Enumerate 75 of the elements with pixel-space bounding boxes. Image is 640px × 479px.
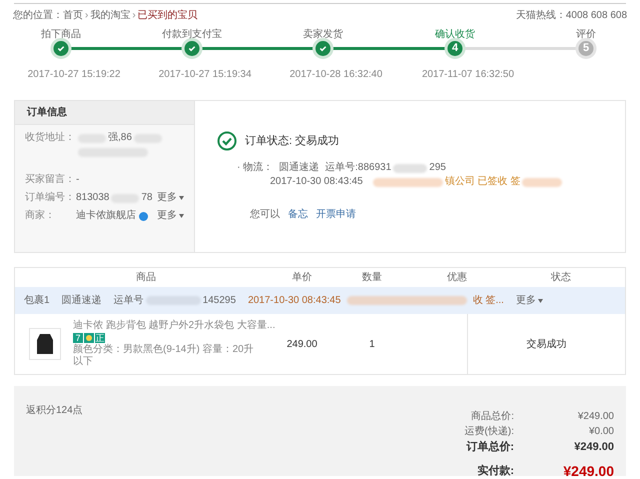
action-link[interactable]: 备忘	[288, 207, 308, 222]
field-value: 强,86	[108, 131, 132, 145]
step-label: 拍下商品	[41, 28, 81, 42]
breadcrumb-separator: ›	[85, 9, 88, 23]
carrier-name: 圆通速递	[62, 294, 102, 308]
service-badge: 正	[95, 333, 105, 343]
breadcrumb-current[interactable]: 已买到的宝贝	[138, 9, 198, 23]
breadcrumb-link[interactable]: 我的淘宝	[90, 9, 130, 23]
step-time: 2017-10-27 15:19:22	[28, 68, 120, 82]
summary-label: 实付款:	[476, 464, 514, 479]
status-title: 订单状态: 交易成功	[245, 134, 340, 149]
field-value: 78	[141, 191, 152, 205]
quantity-cell-text: 1	[368, 338, 376, 352]
field-label: 买家留言：	[25, 173, 76, 187]
summary-label: 运费(快递):	[464, 424, 514, 439]
logistics-time: 2017-10-30 08:43:45	[270, 175, 363, 189]
redacted-block	[522, 178, 562, 186]
carrier-name: 圆通速递	[279, 161, 320, 175]
points-text: 返积分124点	[26, 404, 83, 418]
field-value: -	[76, 173, 80, 187]
column-header: 优惠	[446, 270, 468, 285]
field-value: 813038	[76, 191, 110, 205]
status-cell: 交易成功	[467, 314, 625, 374]
field-label: 订单编号：	[25, 191, 76, 205]
waybill-number: 145295	[202, 294, 236, 308]
summary-label: 商品总价:	[470, 410, 514, 424]
step-time: 2017-10-28 16:32:40	[290, 68, 382, 82]
step-number: 4	[444, 38, 466, 59]
logistics-time: 2017-10-30 08:43:45	[248, 294, 341, 308]
field-label: 商家：	[25, 209, 56, 223]
service-badge: 7	[73, 333, 83, 343]
summary-value: ¥0.00	[588, 425, 614, 439]
breadcrumb-label: 您的位置：	[13, 9, 63, 23]
breadcrumb-separator: ›	[132, 9, 136, 23]
hotline-text: 天猫热线：4008 608 608	[516, 9, 627, 23]
step-label: 付款到支付宝	[162, 28, 222, 42]
column-header: 数量	[361, 271, 383, 285]
waybill-number: 运单号:886931	[325, 161, 392, 175]
field-label: 收货地址：	[25, 131, 76, 145]
more-link[interactable]: 更多	[516, 293, 543, 308]
check-circle-icon	[217, 131, 237, 151]
logistics-label: · 物流：	[237, 161, 274, 175]
waybill-number: 运单号	[114, 294, 144, 308]
logistics-detail: 镇公司 已签收 签	[444, 175, 520, 189]
redacted-block	[393, 164, 428, 172]
price-cell-text: 249.00	[286, 338, 318, 352]
actions-label: 您可以	[250, 208, 280, 222]
waybill-number: 295	[429, 161, 446, 175]
panel-title: 订单信息	[15, 101, 194, 125]
more-link[interactable]: 更多	[157, 209, 184, 223]
caret-icon	[179, 214, 184, 218]
column-header: 单价	[291, 270, 313, 285]
summary-value: ¥249.00	[573, 440, 614, 455]
package-name: 包裹1	[24, 294, 50, 308]
step-time: 2017-10-27 15:19:34	[158, 68, 252, 82]
logistics-detail: 收 签...	[472, 294, 504, 308]
column-header: 状态	[550, 270, 572, 285]
more-link[interactable]: 更多	[157, 191, 184, 205]
step-time: 2017-11-07 16:32:50	[422, 68, 514, 82]
caret-icon	[538, 298, 543, 302]
caret-icon	[179, 196, 184, 200]
step-number: 5	[576, 38, 596, 59]
redacted-block	[372, 178, 443, 186]
product-title[interactable]: 迪卡侬 跑步背包 越野户外2升水袋包 大容量...	[73, 320, 276, 332]
product-photo	[29, 328, 61, 360]
step-label: 卖家发货	[303, 28, 343, 42]
summary-value: ¥249.00	[576, 410, 614, 424]
summary-label: 订单总价:	[465, 440, 514, 455]
column-header: 商品	[135, 270, 157, 285]
field-value: 迪卡侬旗舰店	[76, 209, 136, 223]
product-sku: 颜色分类：男款黑色(9-14升) 容量：20升以下	[73, 344, 255, 368]
coin-badge-icon	[84, 333, 94, 343]
breadcrumb-link[interactable]: 首页	[63, 9, 83, 23]
summary-value: ¥249.00	[562, 464, 614, 479]
action-link[interactable]: 开票申请	[316, 207, 356, 222]
